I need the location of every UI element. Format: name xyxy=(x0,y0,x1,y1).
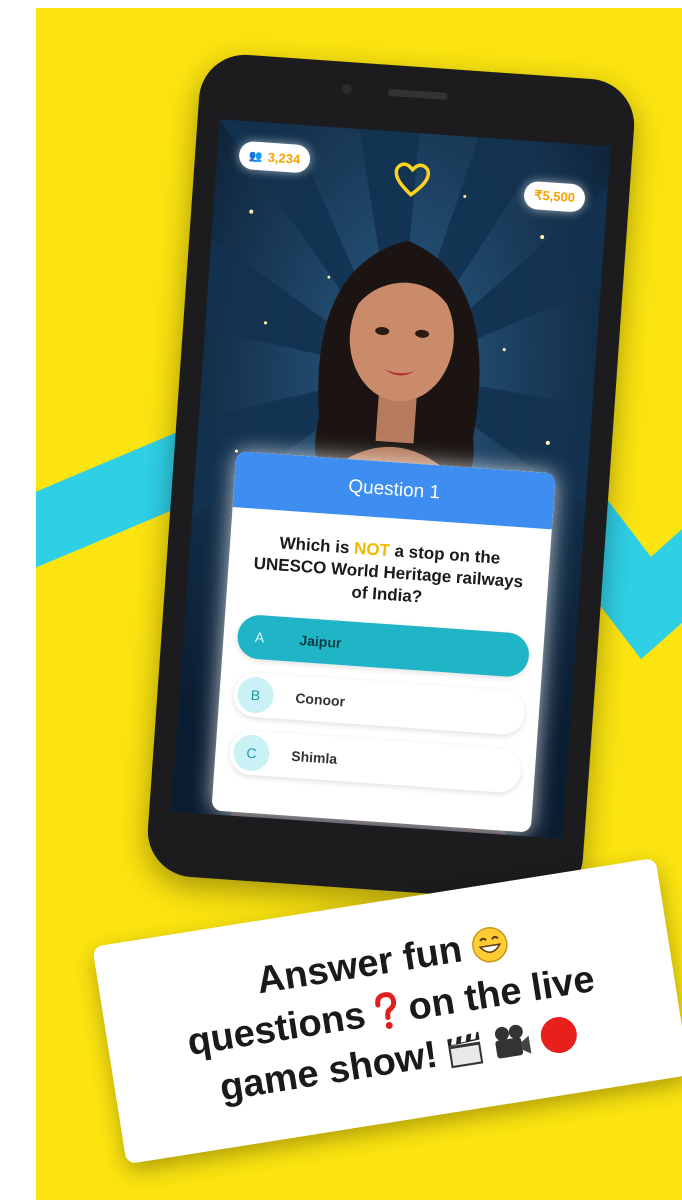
option-label: Jaipur xyxy=(298,632,342,651)
option-letter: C xyxy=(232,733,271,773)
option-letter: A xyxy=(240,618,279,657)
game-screen: 👥 3,234 ₹5,500 Question 1 Which is NOT a… xyxy=(171,119,611,839)
front-camera xyxy=(341,83,353,95)
option-label: Shimla xyxy=(290,747,338,767)
viewer-count-badge: 👥 3,234 xyxy=(238,140,312,174)
option-letter: B xyxy=(236,675,275,715)
phone-frame: 👥 3,234 ₹5,500 Question 1 Which is NOT a… xyxy=(144,51,638,905)
grinning-face-icon xyxy=(472,926,509,963)
phone-speaker xyxy=(387,88,448,101)
prize-amount: ₹5,500 xyxy=(533,187,576,206)
question-text-highlight: NOT xyxy=(353,538,391,561)
red-circle-icon xyxy=(540,1017,577,1054)
question-title: Question 1 xyxy=(347,476,441,504)
people-icon: 👥 xyxy=(248,149,264,163)
video-camera-icon xyxy=(494,1024,532,1059)
question-mark-icon xyxy=(374,992,396,1029)
prize-money-badge: ₹5,500 xyxy=(523,180,586,213)
clapperboard-icon xyxy=(446,1031,484,1069)
question-card: Question 1 Which is NOT a stop on the UN… xyxy=(211,451,556,833)
option-label: Conoor xyxy=(294,689,346,710)
heart-icon[interactable] xyxy=(390,159,433,202)
promo-background: 👥 3,234 ₹5,500 Question 1 Which is NOT a… xyxy=(36,8,682,1200)
viewer-count: 3,234 xyxy=(267,149,301,167)
question-text-start: Which is xyxy=(279,533,351,558)
